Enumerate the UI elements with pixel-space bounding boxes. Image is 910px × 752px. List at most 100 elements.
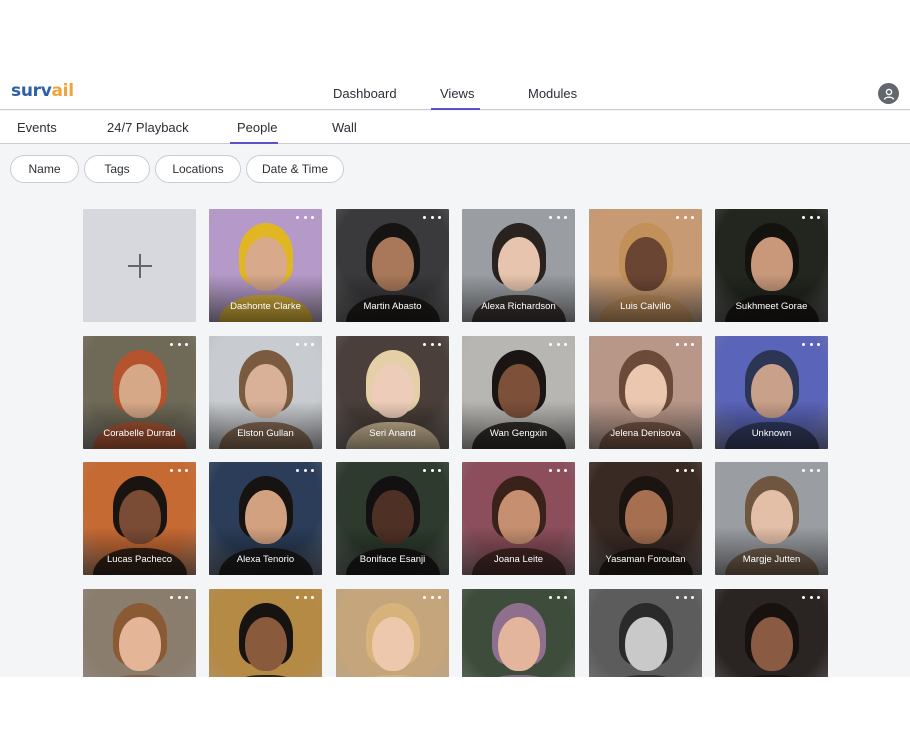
more-dots-icon[interactable] <box>549 593 567 601</box>
more-dots-icon[interactable] <box>170 466 188 474</box>
person-tile[interactable]: Alexa Tenorio <box>209 462 322 575</box>
more-dots-icon[interactable] <box>423 213 441 221</box>
dot <box>802 215 805 219</box>
person-tile[interactable]: Boniface Esanji <box>336 462 449 575</box>
person-tile[interactable]: Jelena Denisova <box>589 336 702 449</box>
person-tile[interactable] <box>715 589 828 677</box>
dot <box>817 595 820 599</box>
person-tile[interactable]: Margje Jutten <box>715 462 828 575</box>
dot <box>676 215 679 219</box>
dot <box>438 215 441 219</box>
more-dots-icon[interactable] <box>802 593 820 601</box>
more-dots-icon[interactable] <box>170 340 188 348</box>
tab-wall[interactable]: Wall <box>332 120 357 135</box>
dot <box>802 595 805 599</box>
filter-locations-chip[interactable]: Locations <box>155 155 241 183</box>
person-name-label: Jelena Denisova <box>610 428 681 439</box>
more-dots-icon[interactable] <box>170 593 188 601</box>
more-dots-icon[interactable] <box>802 213 820 221</box>
person-name-label: Seri Anand <box>369 428 416 439</box>
more-dots-icon[interactable] <box>802 340 820 348</box>
tab-people[interactable]: People <box>237 120 277 135</box>
dot <box>438 468 441 472</box>
dot <box>556 215 560 219</box>
person-photo <box>462 589 575 677</box>
person-tile[interactable]: Unknown <box>715 336 828 449</box>
dot <box>430 215 434 219</box>
person-tile[interactable]: Alexa Richardson <box>462 209 575 322</box>
nav-views[interactable]: Views <box>440 86 474 101</box>
name-gradient <box>589 527 702 575</box>
person-photo <box>715 589 828 677</box>
more-dots-icon[interactable] <box>296 340 314 348</box>
dot <box>303 342 307 346</box>
person-tile[interactable] <box>462 589 575 677</box>
logo-text-part-2: ail <box>51 81 75 101</box>
survail-logo[interactable]: survail <box>11 81 74 101</box>
person-tile[interactable]: Sukhmeet Gorae <box>715 209 828 322</box>
person-tile[interactable]: Luis Calvillo <box>589 209 702 322</box>
person-tile[interactable]: Seri Anand <box>336 336 449 449</box>
person-tile[interactable]: Yasaman Foroutan <box>589 462 702 575</box>
person-tile[interactable] <box>336 589 449 677</box>
more-dots-icon[interactable] <box>549 466 567 474</box>
person-tile[interactable]: Elston Gullan <box>209 336 322 449</box>
more-dots-icon[interactable] <box>676 466 694 474</box>
person-name-label: Sukhmeet Gorae <box>735 301 808 312</box>
person-photo <box>336 589 449 677</box>
dot <box>564 595 567 599</box>
filter-tags-chip[interactable]: Tags <box>84 155 150 183</box>
more-dots-icon[interactable] <box>676 213 694 221</box>
name-gradient <box>589 401 702 449</box>
filter-date-time-chip[interactable]: Date & Time <box>246 155 344 183</box>
name-gradient <box>589 274 702 322</box>
person-face <box>498 617 540 671</box>
more-dots-icon[interactable] <box>296 213 314 221</box>
dot <box>311 595 314 599</box>
person-tile[interactable] <box>209 589 322 677</box>
person-face <box>245 617 287 671</box>
dot <box>185 595 188 599</box>
nav-dashboard[interactable]: Dashboard <box>333 86 397 101</box>
person-shoulders <box>472 675 566 677</box>
dot <box>676 468 679 472</box>
dot <box>430 342 434 346</box>
person-name-label: Alexa Richardson <box>481 301 556 312</box>
dot <box>564 342 567 346</box>
person-tile[interactable]: Martin Abasto <box>336 209 449 322</box>
name-gradient <box>209 401 322 449</box>
more-dots-icon[interactable] <box>549 213 567 221</box>
person-face <box>119 617 161 671</box>
more-dots-icon[interactable] <box>676 593 694 601</box>
person-tile[interactable] <box>83 589 196 677</box>
more-dots-icon[interactable] <box>423 466 441 474</box>
dot <box>303 468 307 472</box>
tab-247-playback[interactable]: 24/7 Playback <box>107 120 189 135</box>
person-tile[interactable]: Wan Gengxin <box>462 336 575 449</box>
name-gradient <box>462 274 575 322</box>
name-gradient <box>715 274 828 322</box>
person-tile[interactable]: Lucas Pacheco <box>83 462 196 575</box>
person-tile[interactable] <box>589 589 702 677</box>
dot <box>564 468 567 472</box>
more-dots-icon[interactable] <box>802 466 820 474</box>
person-tile[interactable]: Corabelle Durrad <box>83 336 196 449</box>
more-dots-icon[interactable] <box>296 593 314 601</box>
dot <box>549 342 552 346</box>
more-dots-icon[interactable] <box>549 340 567 348</box>
add-person-tile[interactable] <box>83 209 196 322</box>
more-dots-icon[interactable] <box>676 340 694 348</box>
person-tile[interactable]: Dashonte Clarke <box>209 209 322 322</box>
dot <box>691 595 694 599</box>
person-face <box>625 617 667 671</box>
person-tile[interactable]: Joana Leite <box>462 462 575 575</box>
user-avatar-button[interactable] <box>878 83 899 104</box>
more-dots-icon[interactable] <box>423 593 441 601</box>
tab-events[interactable]: Events <box>17 120 57 135</box>
nav-modules[interactable]: Modules <box>528 86 577 101</box>
filter-name-chip[interactable]: Name <box>10 155 79 183</box>
dot <box>817 342 820 346</box>
more-dots-icon[interactable] <box>296 466 314 474</box>
dot <box>549 595 552 599</box>
more-dots-icon[interactable] <box>423 340 441 348</box>
